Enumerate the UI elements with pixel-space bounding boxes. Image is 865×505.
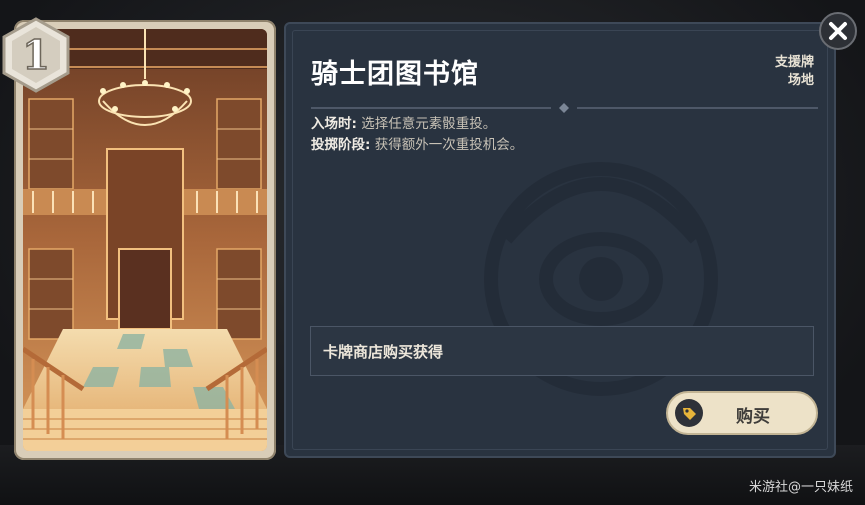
card-detail-panel: 骑士团图书馆 支援牌 场地 入场时: 选择任意元素骰重投。 投掷阶段: 获得额外… <box>284 22 836 458</box>
close-icon <box>829 22 847 40</box>
card-tags: 支援牌 场地 <box>775 54 814 90</box>
acquisition-text: 卡牌商店购买获得 <box>323 343 444 361</box>
effect-label: 投掷阶段: <box>311 137 371 153</box>
title-divider <box>311 103 818 113</box>
card-effects: 入场时: 选择任意元素骰重投。 投掷阶段: 获得额外一次重投机会。 <box>311 114 523 156</box>
tag-support: 支援牌 <box>774 55 814 70</box>
cost-value: 1 <box>22 32 50 79</box>
buy-button[interactable]: 购买 <box>666 391 818 435</box>
effect-line: 入场时: 选择任意元素骰重投。 <box>311 114 523 135</box>
price-tag-icon <box>675 399 703 427</box>
buy-label: 购买 <box>736 407 770 427</box>
close-button[interactable] <box>819 12 857 50</box>
acquisition-box: 卡牌商店购买获得 <box>310 326 814 376</box>
watermark-text: 米游社@一只妹纸 <box>748 480 853 495</box>
tag-location: 场地 <box>787 73 814 88</box>
effect-line: 投掷阶段: 获得额外一次重投机会。 <box>311 135 523 156</box>
card-title: 骑士团图书馆 <box>311 59 479 90</box>
cost-badge: 1 <box>2 17 70 93</box>
effect-text: 获得额外一次重投机会。 <box>370 137 524 153</box>
effect-text: 选择任意元素骰重投。 <box>356 116 497 132</box>
hexagon-icon: 1 <box>2 17 70 93</box>
effect-label: 入场时: <box>311 116 357 132</box>
